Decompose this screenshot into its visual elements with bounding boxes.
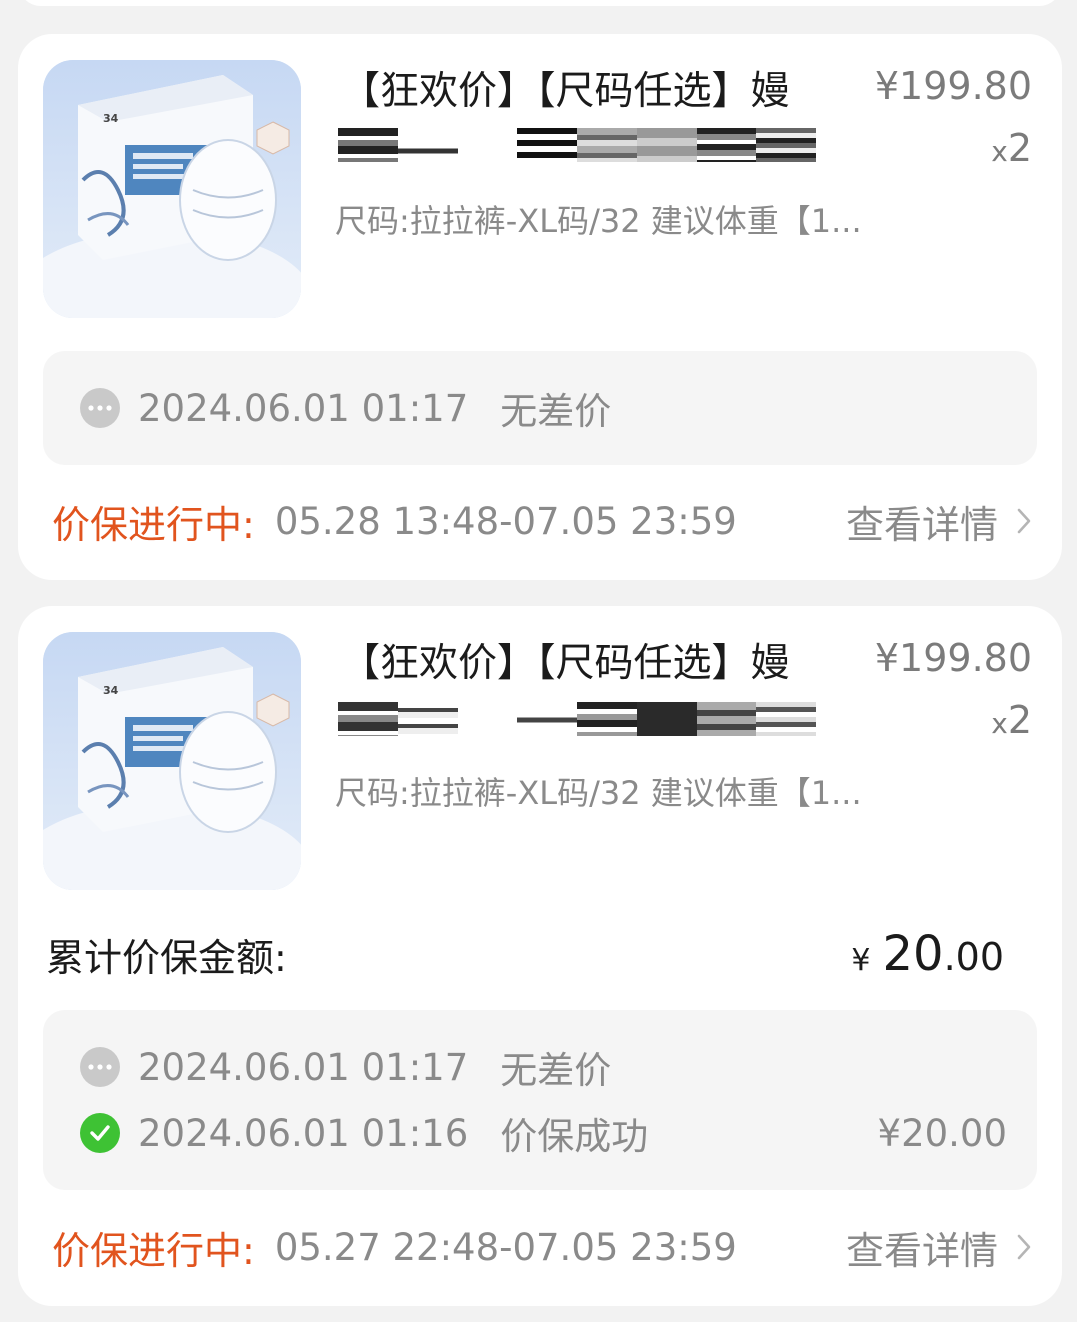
check-circle-icon	[80, 1113, 120, 1153]
quantity-value: 2	[1007, 126, 1032, 170]
price-record-row: 2024.06.01 01:17 无差价	[80, 1042, 1007, 1092]
record-label: 无差价	[500, 1049, 612, 1092]
item-quantity: x2	[991, 698, 1032, 742]
product-spec: 尺码:拉拉裤-XL码/32 建议体重【1...	[335, 202, 862, 240]
svg-text:34: 34	[103, 684, 119, 697]
view-details-link[interactable]: 查看详情	[846, 494, 1032, 549]
product-title[interactable]: 【狂欢价】【尺码任选】嫚	[341, 64, 861, 120]
price-protection-card[interactable]: 34 【狂欢价】【尺码任选】嫚 ¥199.80 x2 尺码:拉拉裤-XL码/32…	[18, 34, 1062, 580]
record-time: 2024.06.01 01:17	[138, 1045, 469, 1089]
view-details-label[interactable]: 查看详情	[846, 494, 998, 549]
currency-symbol: ¥	[851, 943, 871, 978]
record-label: 价保成功	[500, 1115, 649, 1158]
amount-integer: 20	[882, 926, 944, 982]
view-details-label[interactable]: 查看详情	[846, 1220, 998, 1275]
chevron-right-icon[interactable]	[1016, 1233, 1032, 1261]
svg-text:34: 34	[103, 112, 119, 125]
redacted-title-line	[338, 128, 816, 162]
item-price: ¥199.80	[874, 636, 1032, 680]
redacted-title-line	[338, 702, 816, 736]
price-record-list: 2024.06.01 01:17 无差价 2024.06.01 01:16 价保…	[43, 1010, 1037, 1190]
more-dots-icon	[80, 388, 120, 428]
protection-period: 05.27 22:48-07.05 23:59	[274, 1225, 737, 1269]
protection-status-row: 价保进行中: 05.27 22:48-07.05 23:59 查看详情	[52, 1219, 1032, 1275]
item-price: ¥199.80	[874, 64, 1032, 108]
record-amount: ¥20.00	[877, 1111, 1007, 1155]
more-dots-icon	[80, 1047, 120, 1087]
price-protection-card[interactable]: 34 【狂欢价】【尺码任选】嫚 ¥199.80 x2 尺码:拉拉裤-XL码/32…	[18, 606, 1062, 1306]
quantity-prefix: x	[991, 135, 1008, 168]
product-title[interactable]: 【狂欢价】【尺码任选】嫚	[341, 636, 861, 692]
price-record-row: 2024.06.01 01:16 价保成功 ¥20.00	[80, 1108, 1007, 1158]
price-record-list: 2024.06.01 01:17 无差价	[43, 351, 1037, 465]
protection-period: 05.28 13:48-07.05 23:59	[274, 499, 737, 543]
price-record-row: 2024.06.01 01:17 无差价	[80, 383, 1007, 433]
record-label: 无差价	[500, 390, 612, 433]
product-thumbnail[interactable]: 34	[43, 60, 301, 318]
item-quantity: x2	[991, 126, 1032, 170]
chevron-right-icon[interactable]	[1016, 507, 1032, 535]
quantity-value: 2	[1007, 698, 1032, 742]
record-time: 2024.06.01 01:17	[138, 386, 469, 430]
protection-status: 价保进行中:	[52, 502, 255, 547]
view-details-link[interactable]: 查看详情	[846, 1220, 1032, 1275]
product-spec: 尺码:拉拉裤-XL码/32 建议体重【1...	[335, 774, 862, 812]
total-protection-row: 累计价保金额: ¥20.00	[46, 926, 1004, 982]
protection-status-row: 价保进行中: 05.28 13:48-07.05 23:59 查看详情	[52, 493, 1032, 549]
amount-decimal: .00	[943, 935, 1004, 979]
total-protection-label: 累计价保金额:	[46, 935, 287, 980]
total-protection-amount: ¥20.00	[851, 926, 1004, 982]
protection-status: 价保进行中:	[52, 1228, 255, 1273]
previous-card	[18, 0, 1062, 6]
record-time: 2024.06.01 01:16	[138, 1111, 469, 1155]
quantity-prefix: x	[991, 707, 1008, 740]
product-thumbnail[interactable]: 34	[43, 632, 301, 890]
